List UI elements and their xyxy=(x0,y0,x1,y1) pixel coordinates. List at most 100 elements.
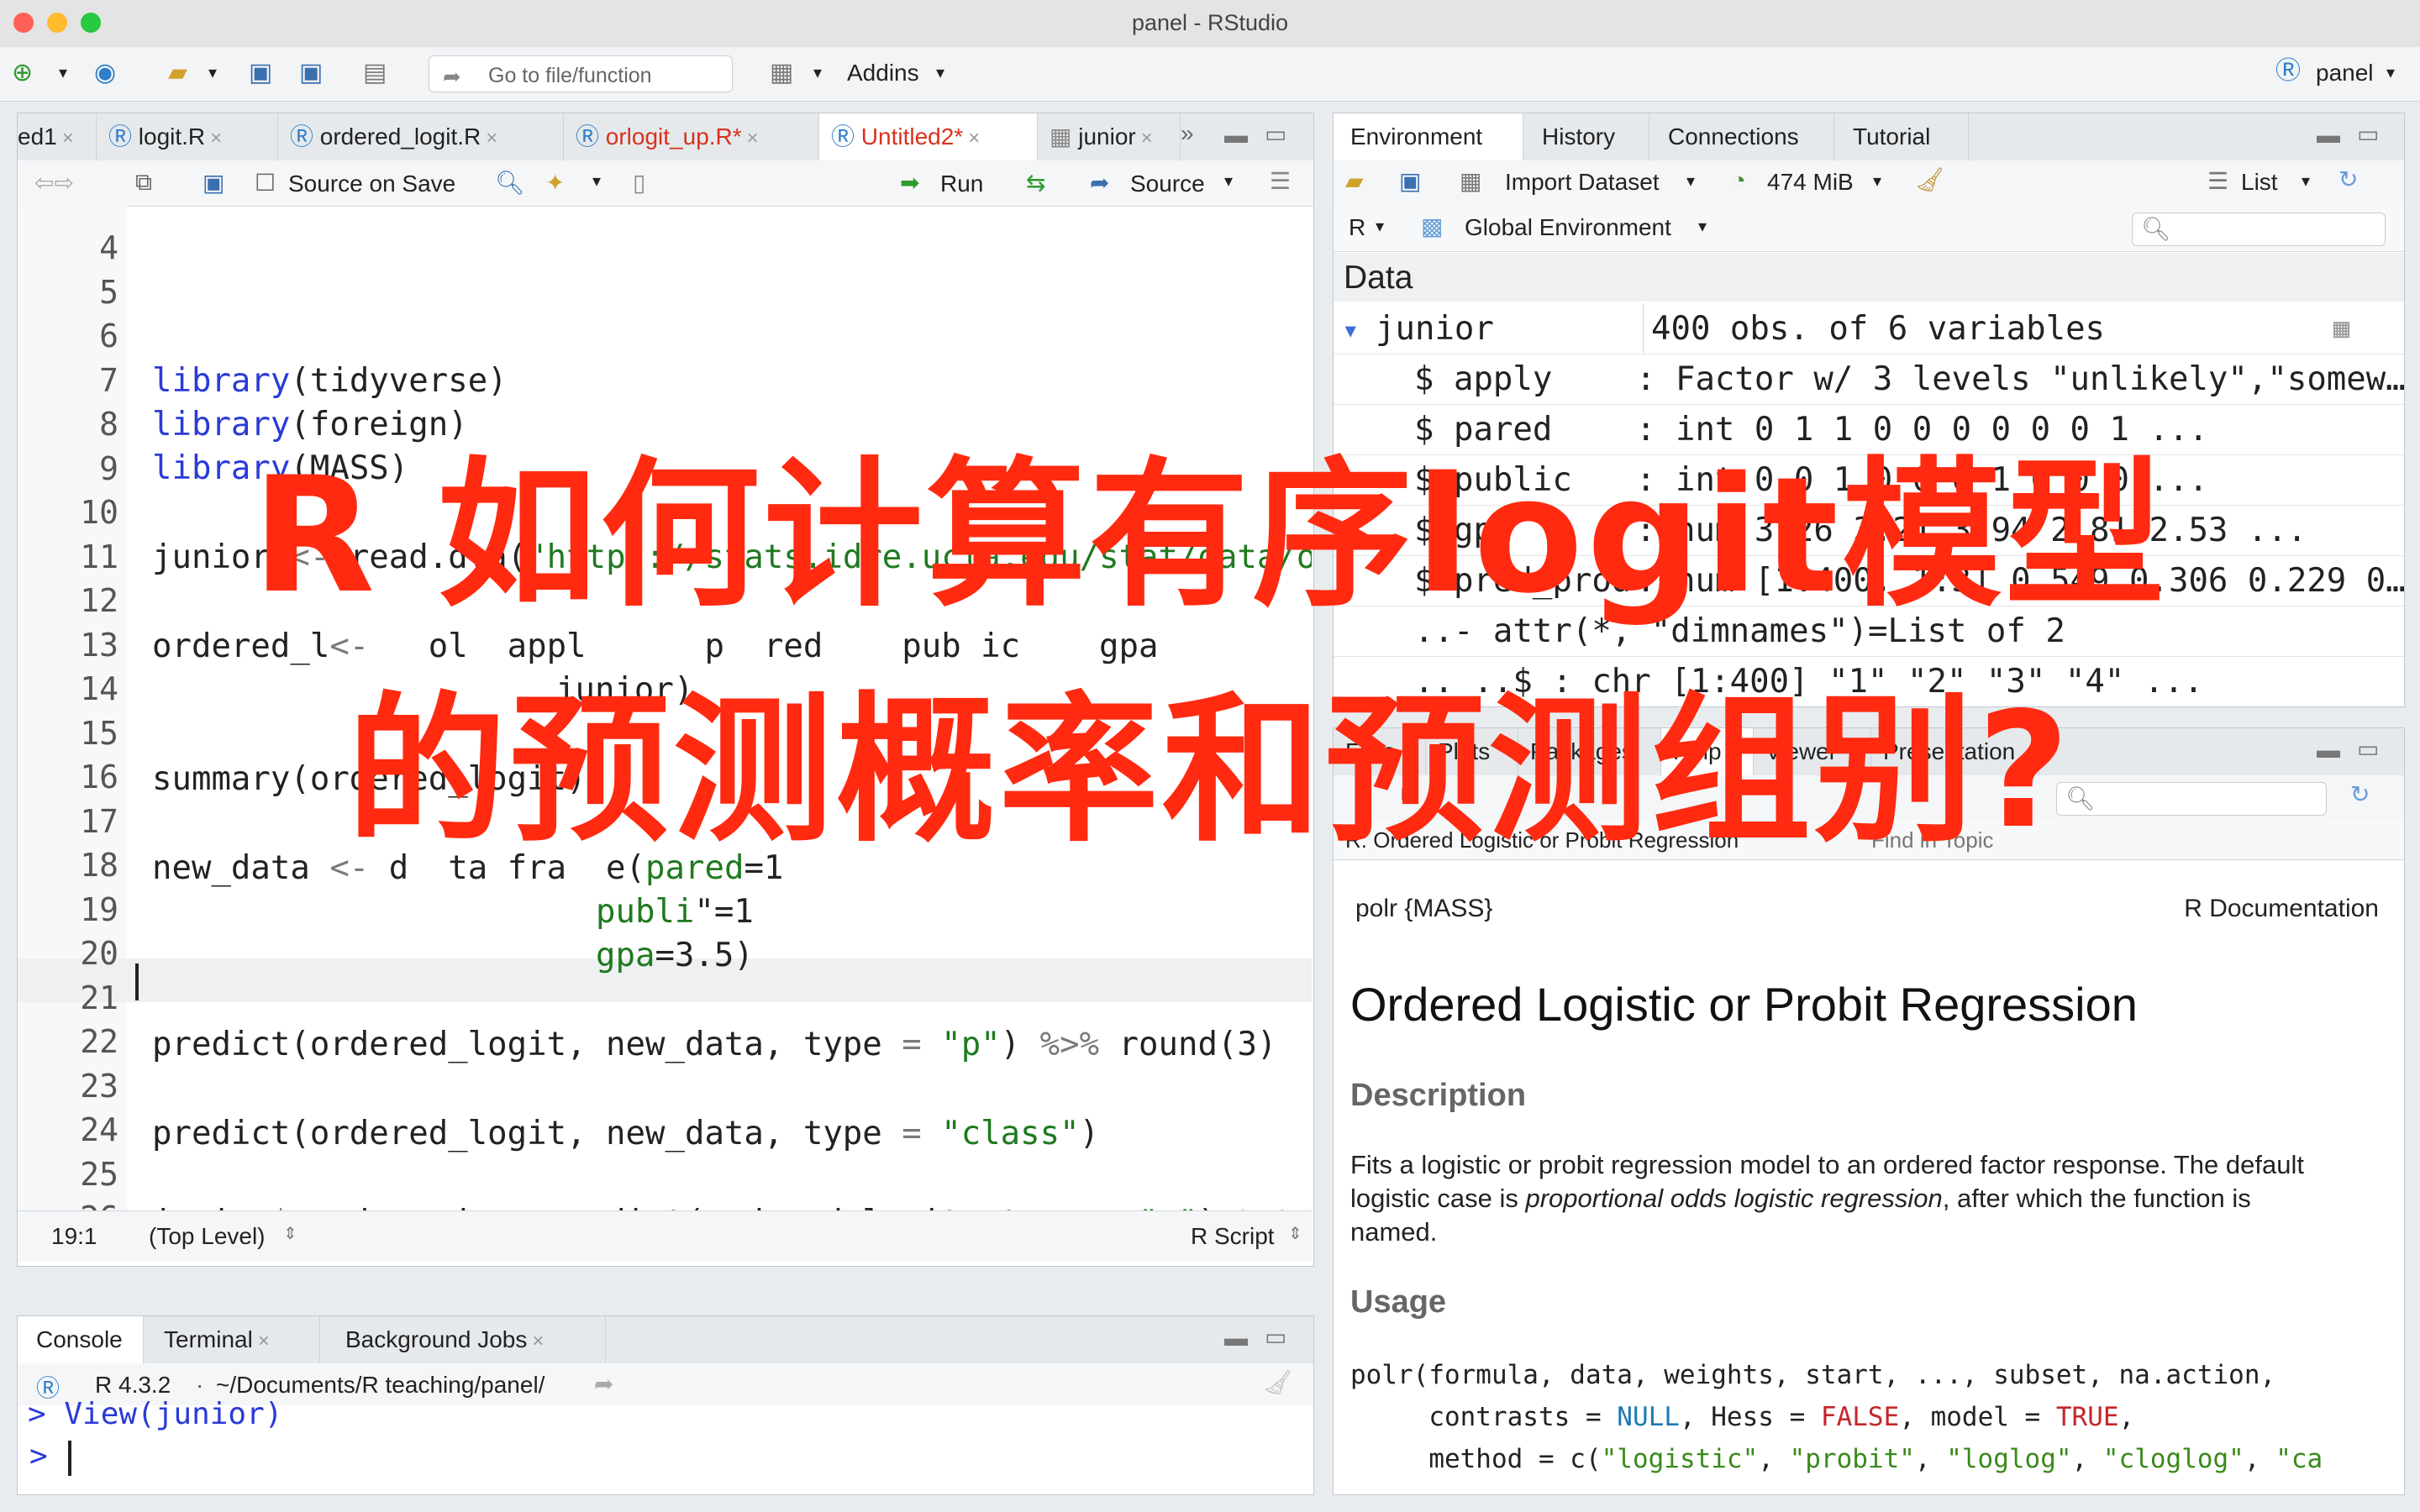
import-dataset-icon[interactable]: ▦ xyxy=(1460,167,1481,195)
updown-icon: ⇕ xyxy=(1288,1225,1302,1243)
data-section-header: Data xyxy=(1334,253,2404,302)
scope-selector[interactable]: (Top Level) xyxy=(149,1223,266,1250)
tab-ed1[interactable]: ed1 × xyxy=(18,113,97,160)
grid-layout-icon[interactable]: ▦ xyxy=(770,60,793,86)
search-icon[interactable]: 🔍︎ xyxy=(495,169,525,197)
line-number: 7 xyxy=(99,361,118,399)
run-icon[interactable]: ➡ xyxy=(900,169,919,197)
clear-console-icon[interactable]: 🧹︎ xyxy=(1263,1368,1293,1396)
minimize-pane-icon[interactable]: ▬ xyxy=(1224,122,1248,149)
cursor-position: 19:1 xyxy=(51,1223,97,1249)
rerun-icon[interactable]: ⇆ xyxy=(1026,169,1045,197)
dropdown-icon[interactable]: ▾ xyxy=(2386,60,2395,86)
line-number: 20 xyxy=(80,935,118,972)
doc-description-line1: Fits a logistic or probit regression mod… xyxy=(1350,1150,2304,1179)
tab-connections[interactable]: Connections xyxy=(1649,113,1834,160)
tab-background-jobs[interactable]: Background Jobs × xyxy=(320,1316,606,1363)
code-line-20: predict(ordered_logit, new_data, type = … xyxy=(152,1026,1277,1063)
minimize-pane-icon[interactable]: ▬ xyxy=(2317,122,2340,149)
search-icon: 🔍︎ xyxy=(2141,216,2171,242)
memory-usage[interactable]: 474 MiB xyxy=(1767,169,1854,196)
compile-report-icon[interactable]: ▯ xyxy=(633,169,645,197)
working-directory[interactable]: ~/Documents/R teaching/panel/ xyxy=(216,1372,544,1399)
refresh-icon[interactable]: ↻ xyxy=(2338,165,2358,193)
dropdown-icon[interactable]: ▾ xyxy=(1376,216,1384,237)
view-mode-selector[interactable]: List xyxy=(2241,169,2278,196)
tab-terminal[interactable]: Terminal × xyxy=(144,1316,320,1363)
outline-icon[interactable]: ☰ xyxy=(1270,167,1291,195)
line-number: 22 xyxy=(80,1023,118,1060)
tab-logit-r[interactable]: Ⓡ logit.R × xyxy=(97,113,278,160)
source-icon[interactable]: ➦ xyxy=(1090,169,1109,197)
dropdown-icon[interactable]: ▾ xyxy=(208,60,217,86)
dropdown-icon[interactable]: ▾ xyxy=(59,60,67,86)
dropdown-icon[interactable]: ▾ xyxy=(813,60,822,86)
dropdown-icon[interactable]: ▾ xyxy=(592,171,601,192)
back-icon[interactable]: ⇦⇨ xyxy=(34,169,74,197)
tab-tutorial[interactable]: Tutorial xyxy=(1834,113,1969,160)
clear-workspace-icon[interactable]: 🧹︎ xyxy=(1915,165,1945,193)
env-object-junior[interactable]: ▾ junior 400 obs. of 6 variables ▦ xyxy=(1334,303,2404,354)
more-tabs-icon[interactable]: » xyxy=(1181,120,1194,147)
show-in-window-icon[interactable]: ⧉ xyxy=(135,169,152,197)
dropdown-icon[interactable]: ▾ xyxy=(1698,216,1707,237)
doc-package: polr {MASS} xyxy=(1355,895,1493,922)
source-on-save-checkbox[interactable]: ☐ xyxy=(255,169,276,197)
tab-junior[interactable]: ▦ junior × xyxy=(1038,113,1181,160)
minimize-pane-icon[interactable]: ▬ xyxy=(1224,1325,1248,1352)
addins-menu[interactable]: Addins xyxy=(847,60,919,87)
tab-ordered-logit-r[interactable]: Ⓡ ordered_logit.R × xyxy=(278,113,564,160)
line-number: 6 xyxy=(99,318,118,354)
code-line-6: library(foreign) xyxy=(152,406,468,444)
print-icon[interactable]: ▤ xyxy=(363,60,387,86)
goto-dir-icon[interactable]: ➦ xyxy=(594,1370,613,1398)
doc-usage-line2: contrasts = NULL, Hess = FALSE, model = … xyxy=(1350,1402,2135,1432)
load-workspace-icon[interactable]: ▰ xyxy=(1345,167,1364,195)
source-on-save-label: Source on Save xyxy=(288,171,456,197)
new-project-icon[interactable]: ◉ xyxy=(94,60,116,86)
overlay-title-line2: 的预测概率和预测组别? xyxy=(346,678,2074,864)
wand-icon[interactable]: ✦ xyxy=(545,169,565,197)
goto-file-input[interactable]: ➦ Go to file/function xyxy=(429,55,733,92)
dropdown-icon[interactable]: ▾ xyxy=(1224,171,1233,192)
line-number: 21 xyxy=(80,979,118,1016)
import-dataset-button[interactable]: Import Dataset xyxy=(1505,169,1660,196)
dropdown-icon[interactable]: ▾ xyxy=(1873,171,1881,192)
save-icon[interactable]: ▣ xyxy=(249,60,272,86)
console-cursor xyxy=(68,1441,71,1476)
dropdown-icon[interactable]: ▾ xyxy=(936,60,944,86)
dropdown-icon[interactable]: ▾ xyxy=(1686,171,1695,192)
doc-usage-line1: polr(formula, data, weights, start, ...,… xyxy=(1350,1360,2276,1390)
run-button[interactable]: Run xyxy=(940,171,983,197)
scope-selector[interactable]: Global Environment xyxy=(1465,214,1671,241)
dropdown-icon[interactable]: ▾ xyxy=(2302,171,2310,192)
view-data-icon[interactable]: ▦ xyxy=(2333,312,2349,344)
goto-arrow-icon: ➦ xyxy=(443,64,461,89)
code-line-11: ordered_l<- ol appl p red pub ic gpa xyxy=(152,627,1159,665)
save-icon[interactable]: ▣ xyxy=(203,169,224,197)
tab-untitled2[interactable]: Ⓡ Untitled2* × xyxy=(819,113,1038,160)
window-title: panel - RStudio xyxy=(1131,10,1289,35)
save-all-icon[interactable]: ▣ xyxy=(299,60,323,86)
r-project-icon: Ⓡ xyxy=(2275,57,2301,85)
save-workspace-icon[interactable]: ▣ xyxy=(1399,167,1421,195)
maximize-pane-icon[interactable]: ▭ xyxy=(1265,1323,1286,1351)
tab-console[interactable]: Console xyxy=(18,1316,144,1363)
source-button[interactable]: Source xyxy=(1130,171,1205,197)
r-version: R 4.3.2 xyxy=(95,1372,171,1398)
code-line-24: junior$pred_prod <- predict(ordered_logi… xyxy=(152,1204,1312,1210)
maximize-pane-icon[interactable]: ▭ xyxy=(1265,120,1286,148)
console-prompt[interactable]: > xyxy=(29,1439,48,1473)
tab-environment[interactable]: Environment xyxy=(1334,113,1523,160)
maximize-pane-icon[interactable]: ▭ xyxy=(2357,120,2379,148)
expand-icon[interactable]: ▾ xyxy=(1342,313,1359,347)
tab-history[interactable]: History xyxy=(1523,113,1649,160)
environment-scope-bar: R ▾ ▩ Global Environment ▾ 🔍︎ xyxy=(1334,206,2404,252)
file-type-selector[interactable]: R Script xyxy=(1191,1223,1275,1250)
project-menu[interactable]: panel xyxy=(2316,60,2374,87)
language-selector[interactable]: R xyxy=(1349,214,1365,241)
environment-search-input[interactable]: 🔍︎ xyxy=(2132,213,2386,246)
new-file-icon[interactable]: ⊕ xyxy=(12,60,33,86)
tab-orlogit-up-r[interactable]: Ⓡ orlogit_up.R* × xyxy=(564,113,819,160)
open-file-icon[interactable]: ▰ xyxy=(168,60,187,86)
